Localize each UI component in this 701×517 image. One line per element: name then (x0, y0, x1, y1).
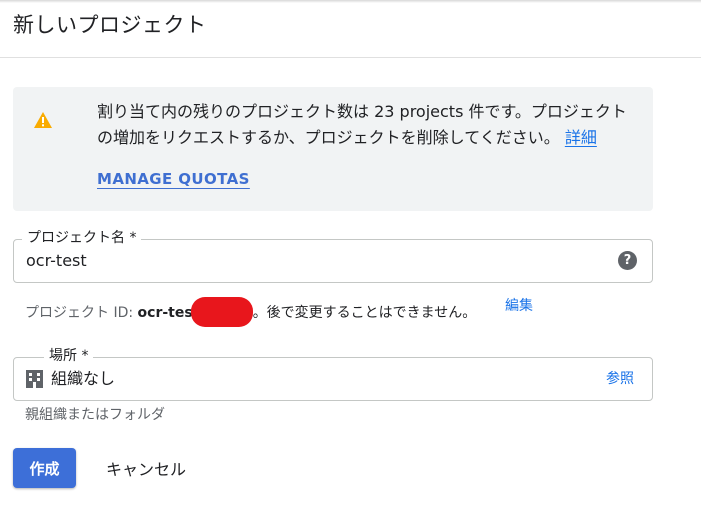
browse-location-link[interactable]: 参照 (606, 370, 634, 388)
create-button[interactable]: 作成 (13, 448, 76, 488)
project-id-line: プロジェクト ID: ocr-tes 。後で変更することはできません。 (25, 297, 476, 327)
warning-icon (34, 112, 52, 128)
cancel-button[interactable]: キャンセル (92, 448, 200, 488)
location-helper-text: 親組織またはフォルダ (25, 407, 165, 423)
help-icon[interactable]: ? (618, 251, 637, 270)
location-field[interactable]: 場所 * 組織なし 参照 (13, 347, 653, 401)
project-id-note: 。後で変更することはできません。 (252, 305, 477, 321)
top-shadow (0, 0, 701, 3)
project-name-field[interactable]: プロジェクト名 * ocr-test ? (13, 229, 653, 283)
quota-message: 割り当て内の残りのプロジェクト数は 23 projects 件です。プロジェクト… (97, 99, 637, 151)
manage-quotas-link[interactable]: MANAGE QUOTAS (97, 170, 250, 188)
project-id-value: ocr-tes (137, 305, 193, 321)
redaction-mark (190, 297, 253, 327)
project-id-prefix: プロジェクト ID: (25, 305, 138, 321)
title-divider (0, 57, 701, 58)
page-title: 新しいプロジェクト (13, 13, 207, 37)
project-name-label: プロジェクト名 * (22, 229, 142, 247)
quota-message-text: 割り当て内の残りのプロジェクト数は 23 projects 件です。プロジェクト… (97, 102, 627, 147)
edit-project-id-link[interactable]: 編集 (505, 297, 533, 315)
building-icon (26, 370, 43, 388)
details-link[interactable]: 詳細 (565, 128, 597, 147)
location-label: 場所 * (44, 347, 94, 365)
location-value: 組織なし (51, 369, 116, 388)
project-name-input[interactable]: ocr-test (26, 251, 87, 271)
